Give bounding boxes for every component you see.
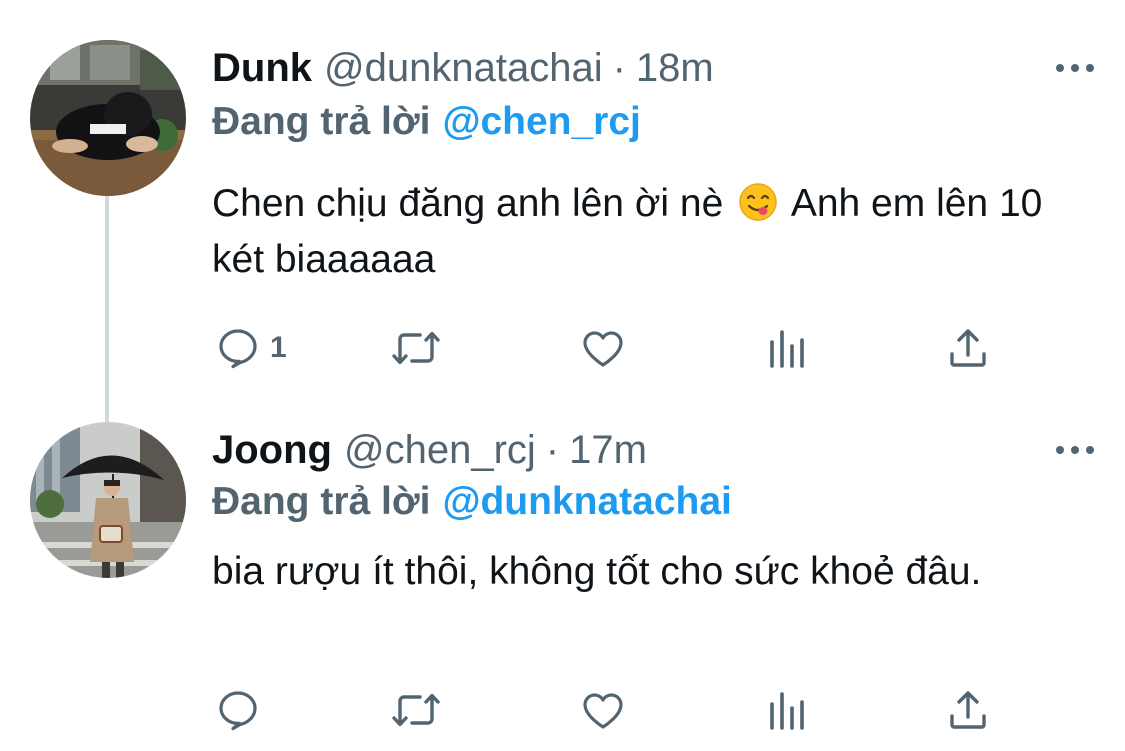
separator-dot: ·	[612, 45, 626, 90]
share-button[interactable]	[944, 680, 992, 740]
savoring-food-emoji-icon	[738, 182, 778, 222]
tweet[interactable]: Joong @chen_rcj · 17m Đang trả lời @dunk…	[0, 400, 1125, 751]
heart-icon	[583, 331, 623, 367]
bar-chart-icon	[770, 330, 804, 368]
replying-to-label: Đang trả lời	[212, 480, 431, 523]
tweet[interactable]: Dunk @dunknatachai · 18m Đang trả lời @c…	[0, 0, 1125, 400]
share-upload-icon	[950, 691, 986, 729]
replying-to: Đang trả lời @dunknatachai	[212, 474, 1095, 530]
speech-bubble-icon	[219, 691, 257, 731]
tweet-text: bia rượu ít thôi, không tốt cho sức khoẻ…	[212, 550, 982, 593]
reply-button[interactable]	[214, 680, 262, 740]
tweet-actions	[212, 680, 1095, 740]
reply-count: 1	[270, 331, 287, 364]
speech-bubble-icon	[219, 329, 257, 369]
replying-to-handle[interactable]: @dunknatachai	[442, 480, 731, 524]
ellipsis-icon[interactable]	[1035, 38, 1095, 98]
retweet-arrows-icon	[392, 331, 440, 365]
user-handle[interactable]: @dunknatachai	[324, 46, 603, 91]
reply-button[interactable]: 1	[214, 318, 287, 378]
timestamp[interactable]: 18m	[636, 46, 714, 91]
share-button[interactable]	[944, 318, 992, 378]
tweet-header: Dunk @dunknatachai · 18m	[212, 38, 1095, 98]
tweet-text-part: Chen chịu đăng anh lên ời nè	[212, 182, 724, 225]
user-handle[interactable]: @chen_rcj	[344, 428, 536, 473]
views-button[interactable]	[764, 680, 808, 740]
ellipsis-icon[interactable]	[1035, 420, 1095, 480]
tweet-header: Joong @chen_rcj · 17m	[212, 420, 1095, 480]
retweet-button[interactable]	[388, 680, 444, 740]
avatar[interactable]	[30, 422, 186, 578]
replying-to-label: Đang trả lời	[212, 100, 431, 143]
timestamp[interactable]: 17m	[569, 428, 647, 473]
like-button[interactable]	[578, 680, 628, 740]
separator-dot: ·	[545, 427, 560, 472]
display-name[interactable]: Joong	[212, 428, 332, 473]
replying-to-handle[interactable]: @chen_rcj	[442, 100, 640, 144]
display-name[interactable]: Dunk	[212, 46, 312, 91]
retweet-button[interactable]	[388, 318, 444, 378]
avatar[interactable]	[30, 40, 186, 196]
heart-icon	[583, 693, 623, 729]
like-button[interactable]	[578, 318, 628, 378]
retweet-arrows-icon	[392, 693, 440, 727]
tweet-text: Chen chịu đăng anh lên ời nè Anh em lên …	[212, 176, 1085, 288]
replying-to: Đang trả lời @chen_rcj	[212, 94, 1095, 150]
tweet-actions: 1	[212, 318, 1095, 378]
views-button[interactable]	[764, 318, 808, 378]
share-upload-icon	[950, 329, 986, 367]
bar-chart-icon	[770, 692, 804, 730]
